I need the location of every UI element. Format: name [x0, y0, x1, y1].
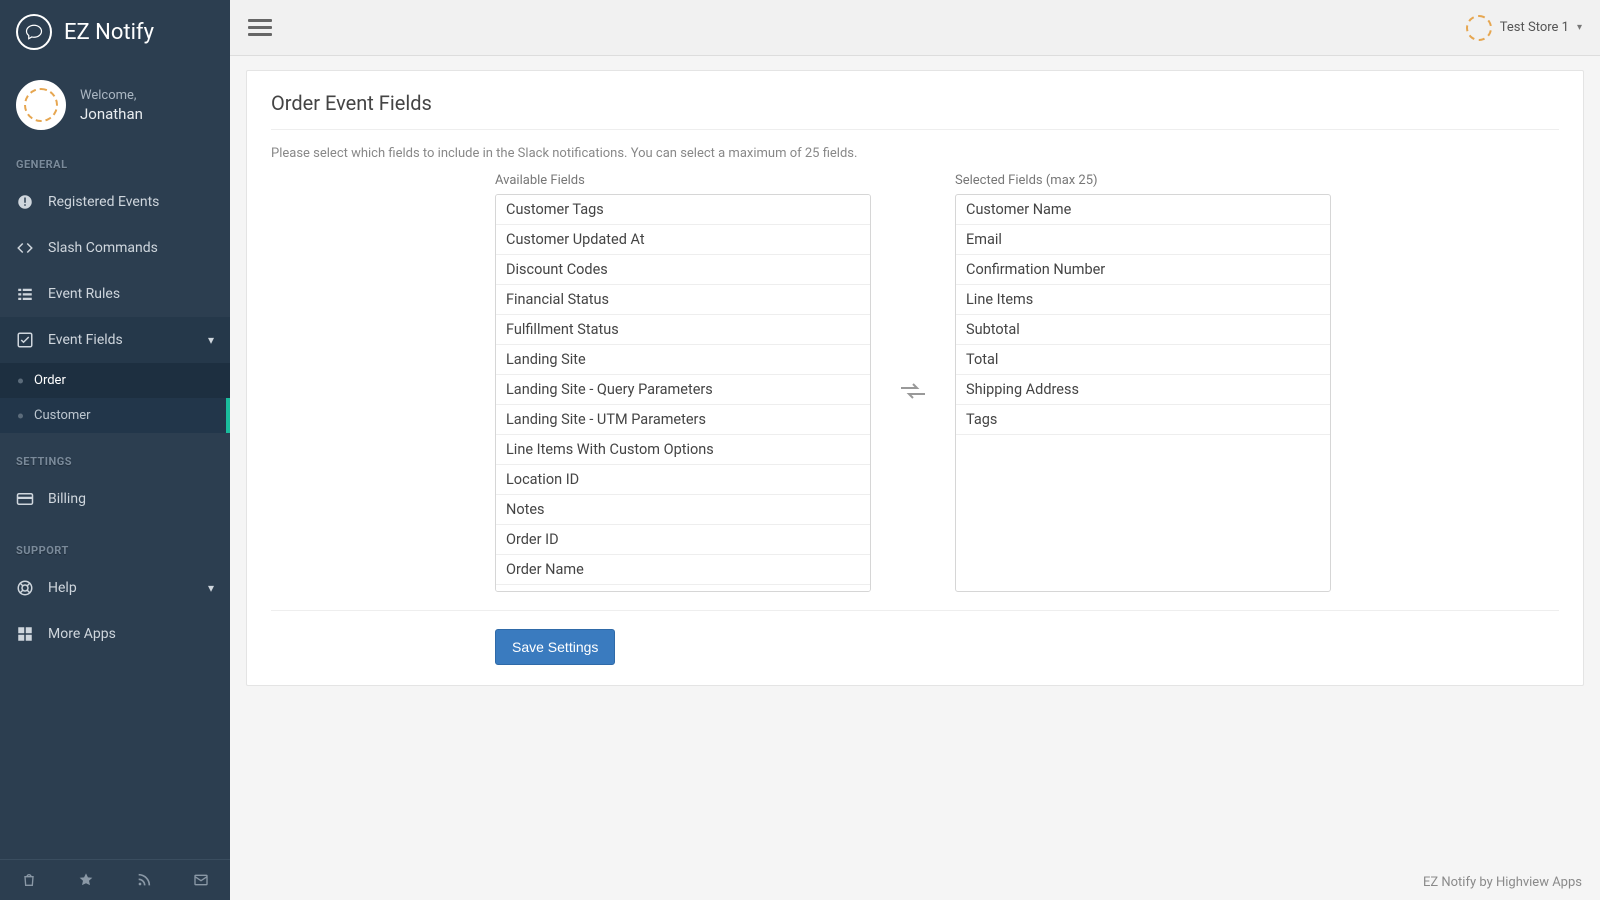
event-fields-subgroup: Order Customer	[0, 363, 230, 433]
list-icon	[16, 285, 34, 303]
list-item[interactable]: Order Number	[496, 585, 870, 592]
credit-card-icon	[16, 490, 34, 508]
rss-icon[interactable]	[115, 860, 173, 900]
hamburger-icon[interactable]	[248, 16, 272, 40]
store-badge-icon	[1466, 15, 1492, 41]
sidebar-subitem-label: Customer	[34, 408, 91, 423]
store-switcher[interactable]: Test Store 1 ▾	[1466, 15, 1582, 41]
hint-text: Please select which fields to include in…	[271, 146, 1559, 161]
envelope-icon[interactable]	[173, 860, 231, 900]
sidebar-footer	[0, 859, 230, 900]
list-item[interactable]: Order ID	[496, 525, 870, 555]
list-item[interactable]: Discount Codes	[496, 255, 870, 285]
available-title: Available Fields	[495, 173, 871, 188]
sidebar-item-help[interactable]: Help ▾	[0, 565, 230, 611]
field-picker: Available Fields Customer TagsCustomer U…	[271, 173, 1559, 592]
nav-section-settings: SETTINGS	[0, 447, 230, 476]
list-item[interactable]: Subtotal	[956, 315, 1330, 345]
chevron-down-icon: ▾	[1577, 22, 1582, 33]
list-item[interactable]: Line Items With Custom Options	[496, 435, 870, 465]
sidebar-item-label: Billing	[48, 491, 214, 507]
brand[interactable]: EZ Notify	[0, 0, 230, 64]
code-icon	[16, 239, 34, 257]
content-card: Order Event Fields Please select which f…	[246, 70, 1584, 686]
lifebuoy-icon	[16, 579, 34, 597]
star-icon[interactable]	[58, 860, 116, 900]
selected-column: Selected Fields (max 25) Customer NameEm…	[955, 173, 1331, 592]
sidebar-item-label: Registered Events	[48, 194, 214, 210]
sidebar-subitem-order[interactable]: Order	[0, 363, 230, 398]
sidebar-subitem-customer[interactable]: Customer	[0, 398, 230, 433]
selected-listbox[interactable]: Customer NameEmailConfirmation NumberLin…	[955, 194, 1331, 592]
sidebar-subitem-label: Order	[34, 373, 66, 388]
page-title: Order Event Fields	[271, 91, 1559, 130]
welcome-text: Welcome,	[80, 88, 143, 103]
check-square-icon	[16, 331, 34, 349]
exclamation-circle-icon	[16, 193, 34, 211]
swap-icon[interactable]	[901, 362, 925, 404]
topbar: Test Store 1 ▾	[230, 0, 1600, 56]
sidebar-item-registered-events[interactable]: Registered Events	[0, 179, 230, 225]
list-item[interactable]: Financial Status	[496, 285, 870, 315]
sidebar-item-event-rules[interactable]: Event Rules	[0, 271, 230, 317]
nav-section-general: GENERAL	[0, 150, 230, 179]
divider	[271, 610, 1559, 611]
list-item[interactable]: Order Name	[496, 555, 870, 585]
avatar	[16, 80, 66, 130]
sidebar-item-label: Event Fields	[48, 332, 208, 348]
available-listbox[interactable]: Customer TagsCustomer Updated AtDiscount…	[495, 194, 871, 592]
list-item[interactable]: Shipping Address	[956, 375, 1330, 405]
sidebar-item-billing[interactable]: Billing	[0, 476, 230, 522]
list-item[interactable]: Line Items	[956, 285, 1330, 315]
list-item[interactable]: Customer Updated At	[496, 225, 870, 255]
brand-name: EZ Notify	[64, 20, 154, 45]
selected-title: Selected Fields (max 25)	[955, 173, 1331, 188]
list-item[interactable]: Total	[956, 345, 1330, 375]
user-block: Welcome, Jonathan	[0, 64, 230, 150]
sidebar-item-label: Slash Commands	[48, 240, 214, 256]
nav-section-support: SUPPORT	[0, 536, 230, 565]
list-item[interactable]: Fulfillment Status	[496, 315, 870, 345]
list-item[interactable]: Landing Site - UTM Parameters	[496, 405, 870, 435]
sidebar-item-label: More Apps	[48, 626, 214, 642]
save-button[interactable]: Save Settings	[495, 629, 615, 665]
username: Jonathan	[80, 105, 143, 123]
sidebar-item-label: Help	[48, 580, 208, 596]
sidebar: EZ Notify Welcome, Jonathan GENERAL Regi…	[0, 0, 230, 900]
footer-text: EZ Notify by Highview Apps	[1423, 875, 1582, 890]
list-item[interactable]: Landing Site - Query Parameters	[496, 375, 870, 405]
sidebar-item-event-fields[interactable]: Event Fields ▾	[0, 317, 230, 363]
list-item[interactable]: Confirmation Number	[956, 255, 1330, 285]
list-item[interactable]: Email	[956, 225, 1330, 255]
bag-icon[interactable]	[0, 860, 58, 900]
chevron-down-icon: ▾	[208, 333, 214, 347]
chat-bubble-icon	[16, 14, 52, 50]
list-item[interactable]: Location ID	[496, 465, 870, 495]
sidebar-item-more-apps[interactable]: More Apps	[0, 611, 230, 657]
list-item[interactable]: Customer Name	[956, 195, 1330, 225]
list-item[interactable]: Customer Tags	[496, 195, 870, 225]
grid-icon	[16, 625, 34, 643]
chevron-down-icon: ▾	[208, 581, 214, 595]
list-item[interactable]: Tags	[956, 405, 1330, 435]
main: Order Event Fields Please select which f…	[230, 56, 1600, 900]
list-item[interactable]: Landing Site	[496, 345, 870, 375]
list-item[interactable]: Notes	[496, 495, 870, 525]
sidebar-item-label: Event Rules	[48, 286, 214, 302]
store-name: Test Store 1	[1500, 20, 1569, 35]
available-column: Available Fields Customer TagsCustomer U…	[495, 173, 871, 592]
sidebar-item-slash-commands[interactable]: Slash Commands	[0, 225, 230, 271]
